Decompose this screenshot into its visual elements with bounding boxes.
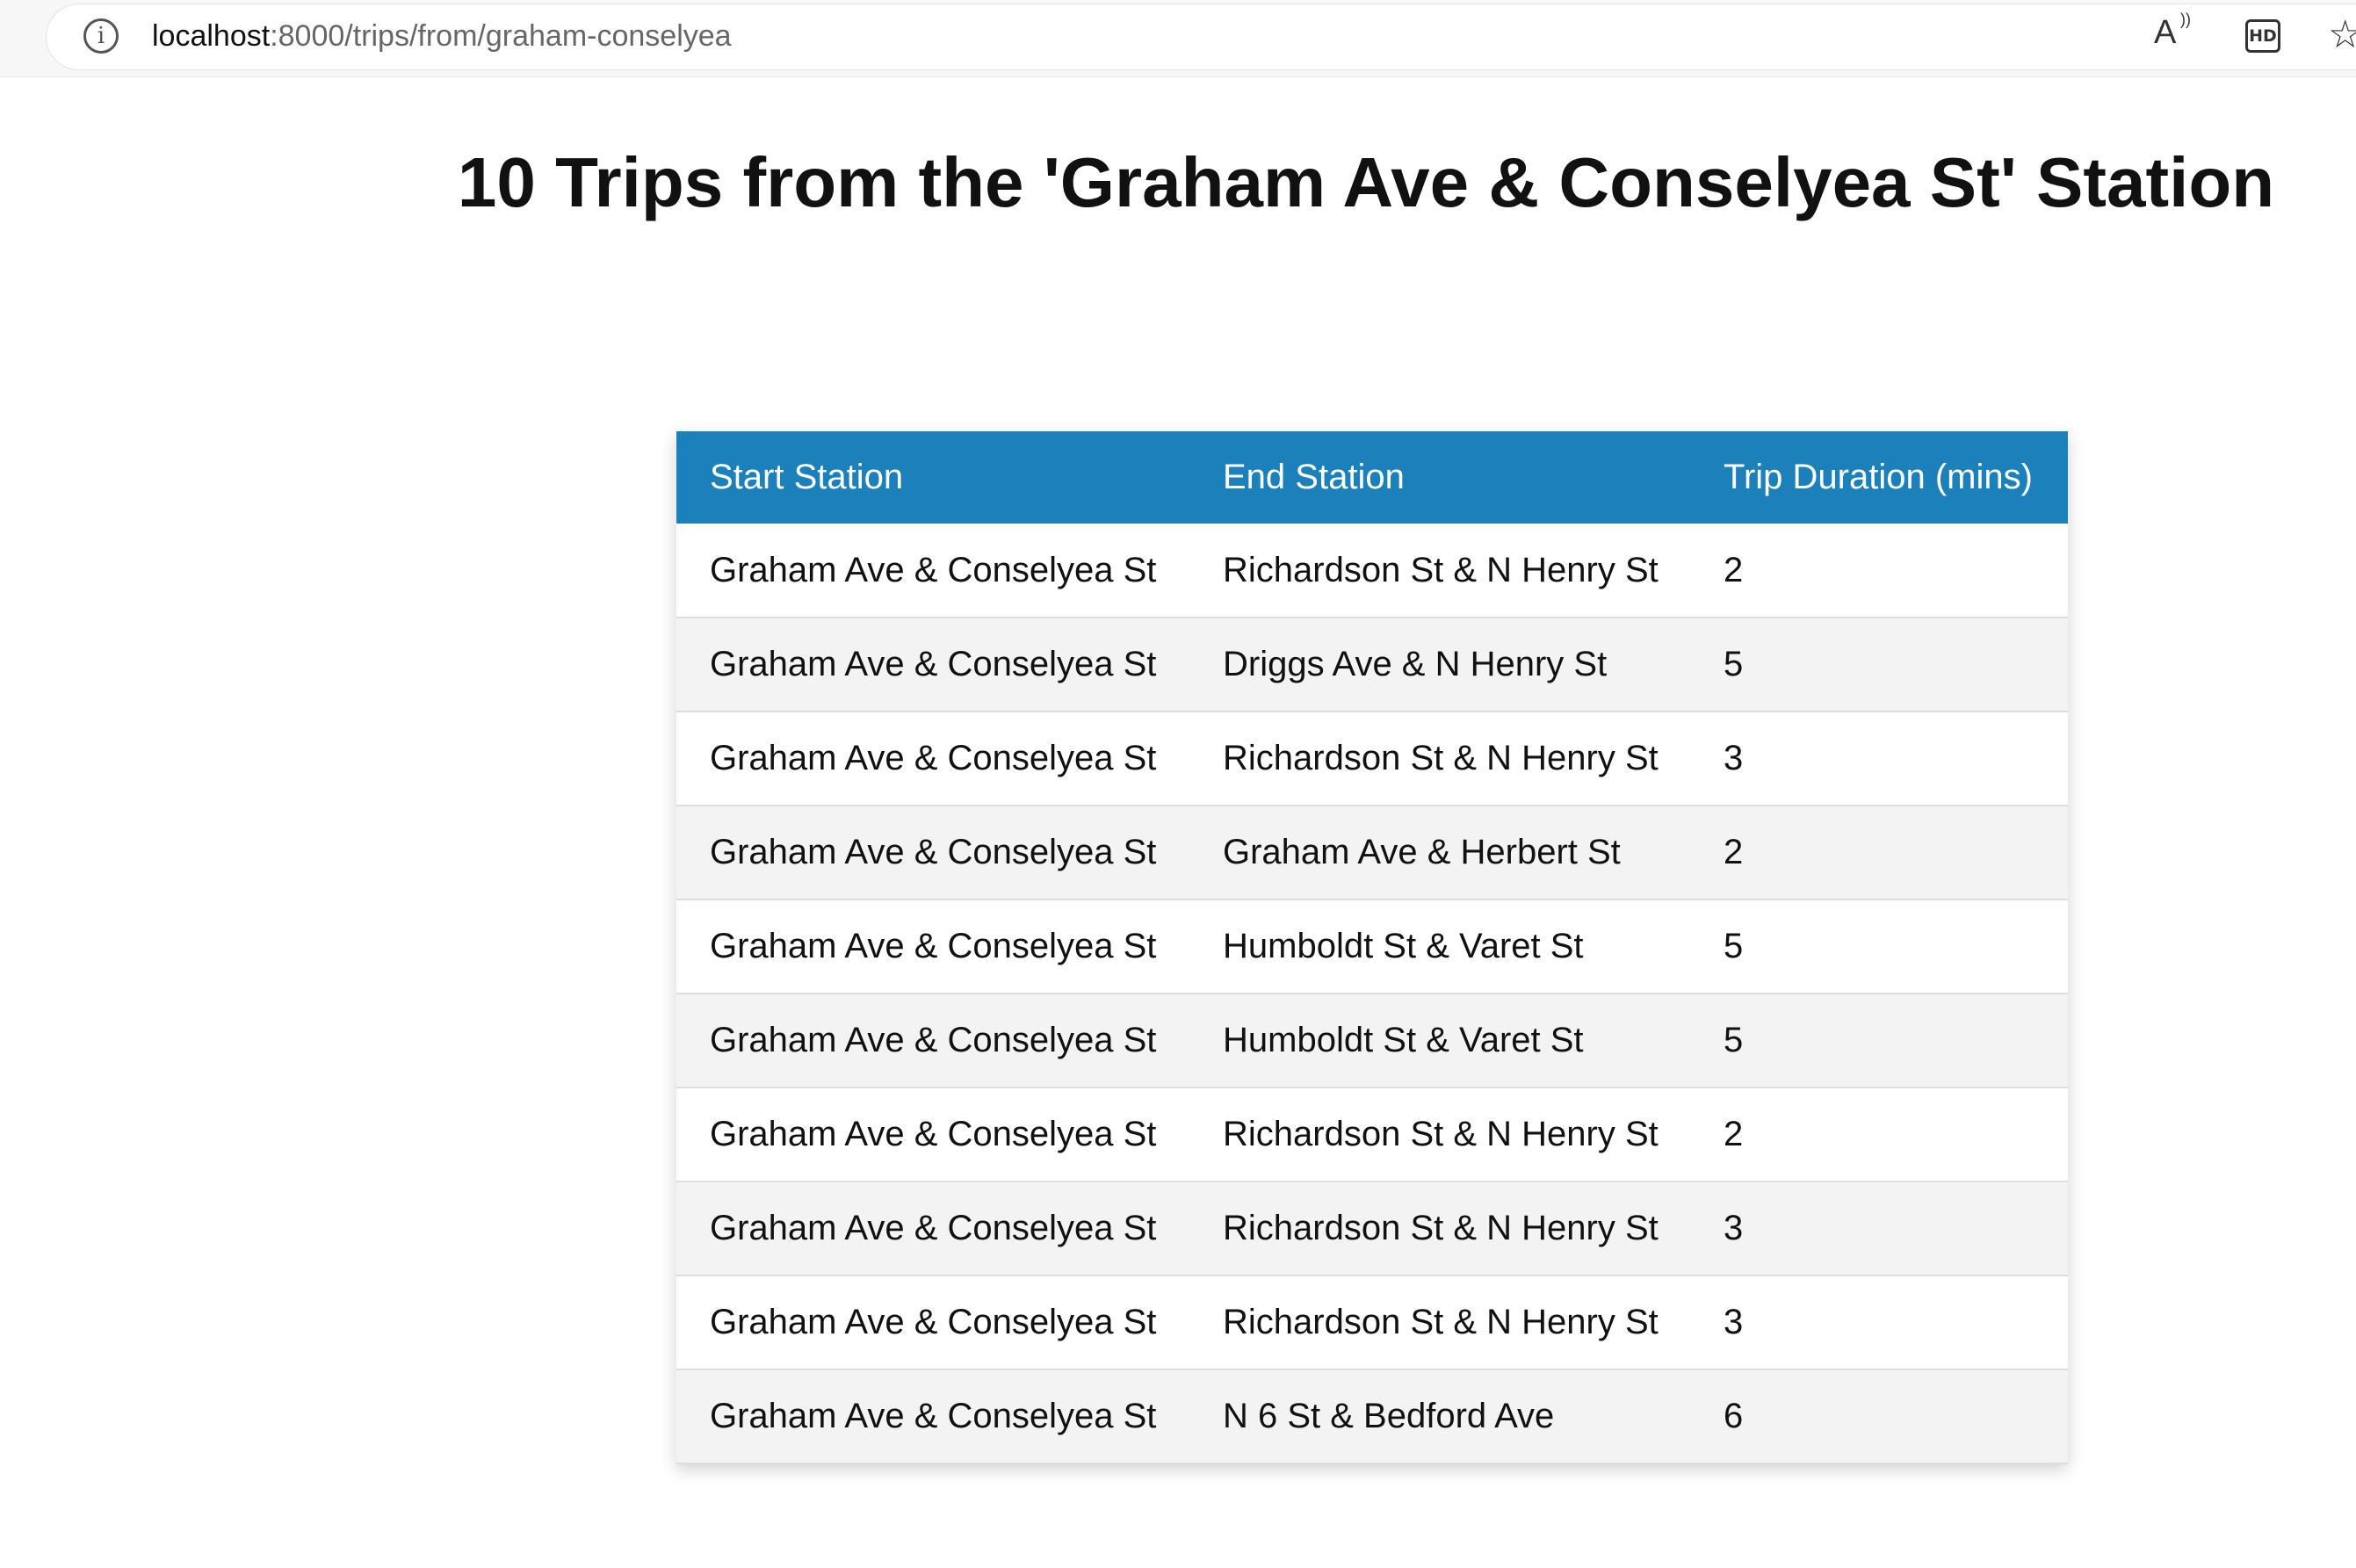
read-aloud-icon[interactable]: A)) bbox=[2154, 11, 2198, 58]
trip-duration-cell: 2 bbox=[1690, 806, 2068, 900]
table-row: Graham Ave & Conselyea St Richardson St … bbox=[676, 1181, 2068, 1276]
table-row: Graham Ave & Conselyea St Driggs Ave & N… bbox=[676, 618, 2068, 712]
trip-duration-cell: 6 bbox=[1690, 1369, 2068, 1464]
end-station-cell: Humboldt St & Varet St bbox=[1189, 900, 1690, 994]
url-path: :8000/trips/from/graham-conselyea bbox=[270, 19, 732, 53]
table-row: Graham Ave & Conselyea St N 6 St & Bedfo… bbox=[676, 1369, 2068, 1464]
trip-duration-cell: 5 bbox=[1690, 900, 2068, 994]
end-station-cell: Richardson St & N Henry St bbox=[1189, 1275, 1690, 1370]
info-icon[interactable]: i bbox=[83, 18, 119, 54]
start-station-cell: Graham Ave & Conselyea St bbox=[676, 524, 1189, 618]
column-header-trip-duration: Trip Duration (mins) bbox=[1690, 431, 2068, 524]
table-row: Graham Ave & Conselyea St Humboldt St & … bbox=[676, 994, 2068, 1088]
page-title: 10 Trips from the 'Graham Ave & Conselye… bbox=[457, 143, 2275, 221]
table-row: Graham Ave & Conselyea St Richardson St … bbox=[676, 1087, 2068, 1182]
column-header-end-station: End Station bbox=[1189, 431, 1690, 524]
hd-icon[interactable]: HD bbox=[2245, 19, 2280, 53]
table-row: Graham Ave & Conselyea St Richardson St … bbox=[676, 712, 2068, 806]
trip-duration-cell: 3 bbox=[1690, 1181, 2068, 1276]
start-station-cell: Graham Ave & Conselyea St bbox=[676, 1181, 1189, 1276]
start-station-cell: Graham Ave & Conselyea St bbox=[676, 1369, 1189, 1464]
end-station-cell: Richardson St & N Henry St bbox=[1189, 712, 1690, 806]
url-text[interactable]: localhost:8000/trips/from/graham-consely… bbox=[152, 18, 732, 54]
table-row: Graham Ave & Conselyea St Richardson St … bbox=[676, 1275, 2068, 1370]
trips-table: Start Station End Station Trip Duration … bbox=[676, 431, 2068, 1464]
trip-duration-cell: 2 bbox=[1690, 1087, 2068, 1182]
end-station-cell: Driggs Ave & N Henry St bbox=[1189, 618, 1690, 712]
column-header-start-station: Start Station bbox=[676, 431, 1189, 524]
table-row: Graham Ave & Conselyea St Humboldt St & … bbox=[676, 900, 2068, 994]
end-station-cell: Richardson St & N Henry St bbox=[1189, 1087, 1690, 1182]
table-row: Graham Ave & Conselyea St Richardson St … bbox=[676, 524, 2068, 618]
url-host: localhost bbox=[152, 19, 271, 53]
start-station-cell: Graham Ave & Conselyea St bbox=[676, 618, 1189, 712]
end-station-cell: N 6 St & Bedford Ave bbox=[1189, 1369, 1690, 1464]
start-station-cell: Graham Ave & Conselyea St bbox=[676, 900, 1189, 994]
start-station-cell: Graham Ave & Conselyea St bbox=[676, 712, 1189, 806]
trip-duration-cell: 3 bbox=[1690, 712, 2068, 806]
start-station-cell: Graham Ave & Conselyea St bbox=[676, 806, 1189, 900]
browser-toolbar: i localhost:8000/trips/from/graham-conse… bbox=[0, 0, 2356, 77]
trip-duration-cell: 5 bbox=[1690, 618, 2068, 712]
start-station-cell: Graham Ave & Conselyea St bbox=[676, 1275, 1189, 1370]
end-station-cell: Humboldt St & Varet St bbox=[1189, 994, 1690, 1088]
trip-duration-cell: 5 bbox=[1690, 994, 2068, 1088]
start-station-cell: Graham Ave & Conselyea St bbox=[676, 994, 1189, 1088]
star-icon[interactable]: ☆ bbox=[2328, 12, 2356, 57]
start-station-cell: Graham Ave & Conselyea St bbox=[676, 1087, 1189, 1182]
trip-duration-cell: 2 bbox=[1690, 524, 2068, 618]
table-header-row: Start Station End Station Trip Duration … bbox=[676, 431, 2068, 524]
trip-duration-cell: 3 bbox=[1690, 1275, 2068, 1370]
end-station-cell: Richardson St & N Henry St bbox=[1189, 524, 1690, 618]
end-station-cell: Graham Ave & Herbert St bbox=[1189, 806, 1690, 900]
table-row: Graham Ave & Conselyea St Graham Ave & H… bbox=[676, 806, 2068, 900]
end-station-cell: Richardson St & N Henry St bbox=[1189, 1181, 1690, 1276]
